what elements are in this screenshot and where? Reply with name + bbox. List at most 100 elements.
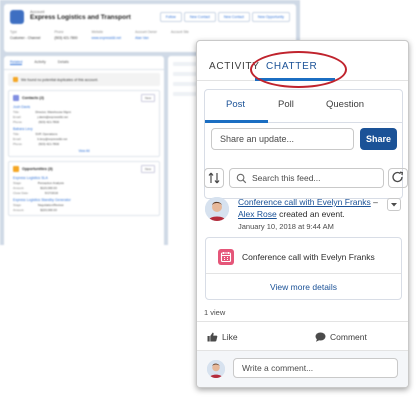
avatar — [207, 360, 225, 378]
field-website: Website www.expressl&t.net — [92, 30, 122, 40]
active-tab-indicator — [255, 78, 335, 81]
opportunity-name-link[interactable]: Express Logistics Standby Generator — [13, 198, 155, 202]
active-publisher-tab-indicator — [205, 120, 268, 123]
field-account-site: Account Site — [171, 30, 189, 40]
row-field: Amount: $120,000.00 — [13, 186, 155, 190]
tab-question[interactable]: Question — [326, 99, 364, 110]
row-field: Title: Director, Warehouse Mgmt — [13, 110, 155, 114]
field-type: Type Customer - Channel — [10, 30, 40, 40]
row-value: j.davis@expressl&t.net — [37, 115, 68, 119]
record-tabs: Related Activity Details — [4, 56, 164, 70]
row-value: (503) 421-7800 — [38, 120, 60, 124]
row-value: Perception Analysis — [37, 181, 64, 185]
field-label: Phone — [54, 30, 64, 34]
sort-button[interactable] — [204, 168, 224, 188]
share-button[interactable]: Share — [360, 128, 397, 150]
row-value: $220,000.00 — [40, 208, 57, 212]
chevron-down-icon — [391, 203, 397, 207]
like-icon — [207, 332, 218, 342]
feed-action-text: created an event. — [276, 208, 345, 219]
feed-separator: – — [370, 197, 378, 207]
search-icon — [236, 173, 247, 184]
row-value: 5/17/2016 — [44, 191, 59, 195]
write-comment-input[interactable]: Write a comment... — [233, 358, 398, 378]
list-item: Babara Levy Title: SVP, Operations Email:… — [13, 127, 155, 146]
list-item: Express Logistics SLA Stage: Perception A… — [13, 176, 155, 195]
row-field: Stage: Perception Analysis — [13, 181, 155, 185]
like-button[interactable]: Like — [207, 332, 238, 342]
new-contact-card-button[interactable]: New — [140, 94, 155, 102]
opportunities-card-header: Opportunities (3) New — [13, 165, 155, 173]
field-label: Account Site — [170, 30, 189, 34]
row-value: (503) 421-7800 — [38, 142, 60, 146]
row-value: SVP, Operations — [35, 132, 58, 136]
current-user-avatar-icon — [207, 360, 225, 378]
event-title[interactable]: Conference call with Evelyn Franks — [242, 252, 375, 262]
row-field: Title: SVP, Operations — [13, 132, 155, 136]
feed-actions: Like Comment — [197, 321, 408, 351]
follow-button[interactable]: Follow — [159, 12, 182, 22]
new-opportunity-button[interactable]: New Opportunity — [251, 12, 290, 22]
view-all-link[interactable]: View All — [13, 149, 155, 153]
feed-timestamp[interactable]: January 10, 2018 at 9:44 AM — [238, 222, 334, 231]
feed-item-menu-button[interactable] — [387, 198, 401, 211]
feed-item-text: Conference call with Evelyn Franks – Ale… — [238, 197, 390, 220]
opportunity-name-link[interactable]: Express Logistics SLA — [13, 176, 155, 180]
comment-label: Comment — [330, 332, 367, 342]
website-link[interactable]: www.expressl&t.net — [92, 36, 122, 40]
row-label: Title: — [13, 132, 20, 136]
contacts-card-header: Contacts (2) New — [13, 94, 155, 102]
refresh-button[interactable] — [388, 168, 408, 188]
tab-chatter[interactable]: CHATTER — [266, 61, 317, 72]
row-label: Phone: — [13, 142, 23, 146]
contact-name-link[interactable]: Josh Davis — [13, 105, 155, 109]
like-label: Like — [222, 332, 238, 342]
owner-link[interactable]: Alan Van — [135, 36, 157, 40]
share-update-input[interactable]: Share an update... — [211, 128, 354, 150]
contacts-card-title: Contacts (2) — [22, 96, 44, 100]
row-label: Title: — [13, 110, 20, 114]
user-link[interactable]: Alex Rose — [238, 209, 277, 219]
duplicate-notice: We found no potential duplicates of this… — [8, 73, 160, 86]
field-label: Website — [91, 30, 103, 34]
comment-composer: Write a comment... — [197, 351, 408, 387]
row-value: $120,000.00 — [40, 186, 57, 190]
avatar[interactable] — [205, 197, 229, 221]
row-value: b.levy@expressl&t.net — [37, 137, 68, 141]
row-field: Phone: (503) 421-7800 — [13, 120, 155, 124]
comment-button[interactable]: Comment — [315, 332, 367, 342]
related-panel: Related Activity Details We found no pot… — [4, 56, 164, 245]
list-item: Express Logistics Standby Generator Stag… — [13, 198, 155, 212]
tab-poll[interactable]: Poll — [278, 99, 294, 110]
opportunities-icon — [13, 166, 19, 172]
row-field: Stage: Negotiation/Review — [13, 203, 155, 207]
contact-name-link[interactable]: Babara Levy — [13, 127, 155, 131]
event-link[interactable]: Conference call with Evelyn Franks — [238, 197, 371, 207]
field-label: Account Owner — [135, 30, 157, 34]
tab-related[interactable]: Related — [10, 60, 23, 65]
user-avatar-icon — [205, 197, 229, 221]
tab-activity[interactable]: ACTIVITY — [209, 61, 260, 72]
field-value: Customer - Channel — [10, 36, 41, 40]
search-feed-input[interactable]: Search this feed... — [229, 168, 384, 188]
row-label: Phone: — [13, 120, 23, 124]
record-title: Express Logistics and Transport — [30, 14, 131, 21]
row-label: Amount: — [13, 186, 25, 190]
new-opportunity-card-button[interactable]: New — [140, 165, 155, 173]
field-account-owner: Account Owner Alan Van — [135, 30, 157, 40]
new-contact-button-2[interactable]: New Contact — [217, 12, 250, 22]
row-field: Close Date: 5/17/2016 — [13, 191, 155, 195]
view-more-details-link[interactable]: View more details — [206, 282, 401, 292]
row-label: Close Date: — [13, 191, 29, 195]
row-label: Stage: — [13, 181, 22, 185]
row-label: Amount: — [13, 208, 25, 212]
refresh-icon — [392, 171, 404, 183]
tab-details[interactable]: Details — [58, 60, 69, 65]
opportunities-card-title: Opportunities (3) — [22, 167, 53, 171]
tab-activity-bg[interactable]: Activity — [34, 60, 45, 65]
account-icon — [10, 10, 24, 24]
new-contact-button[interactable]: New Contact — [183, 12, 216, 22]
row-field: Amount: $220,000.00 — [13, 208, 155, 212]
row-value: Negotiation/Review — [37, 203, 64, 207]
tab-post[interactable]: Post — [226, 99, 245, 110]
